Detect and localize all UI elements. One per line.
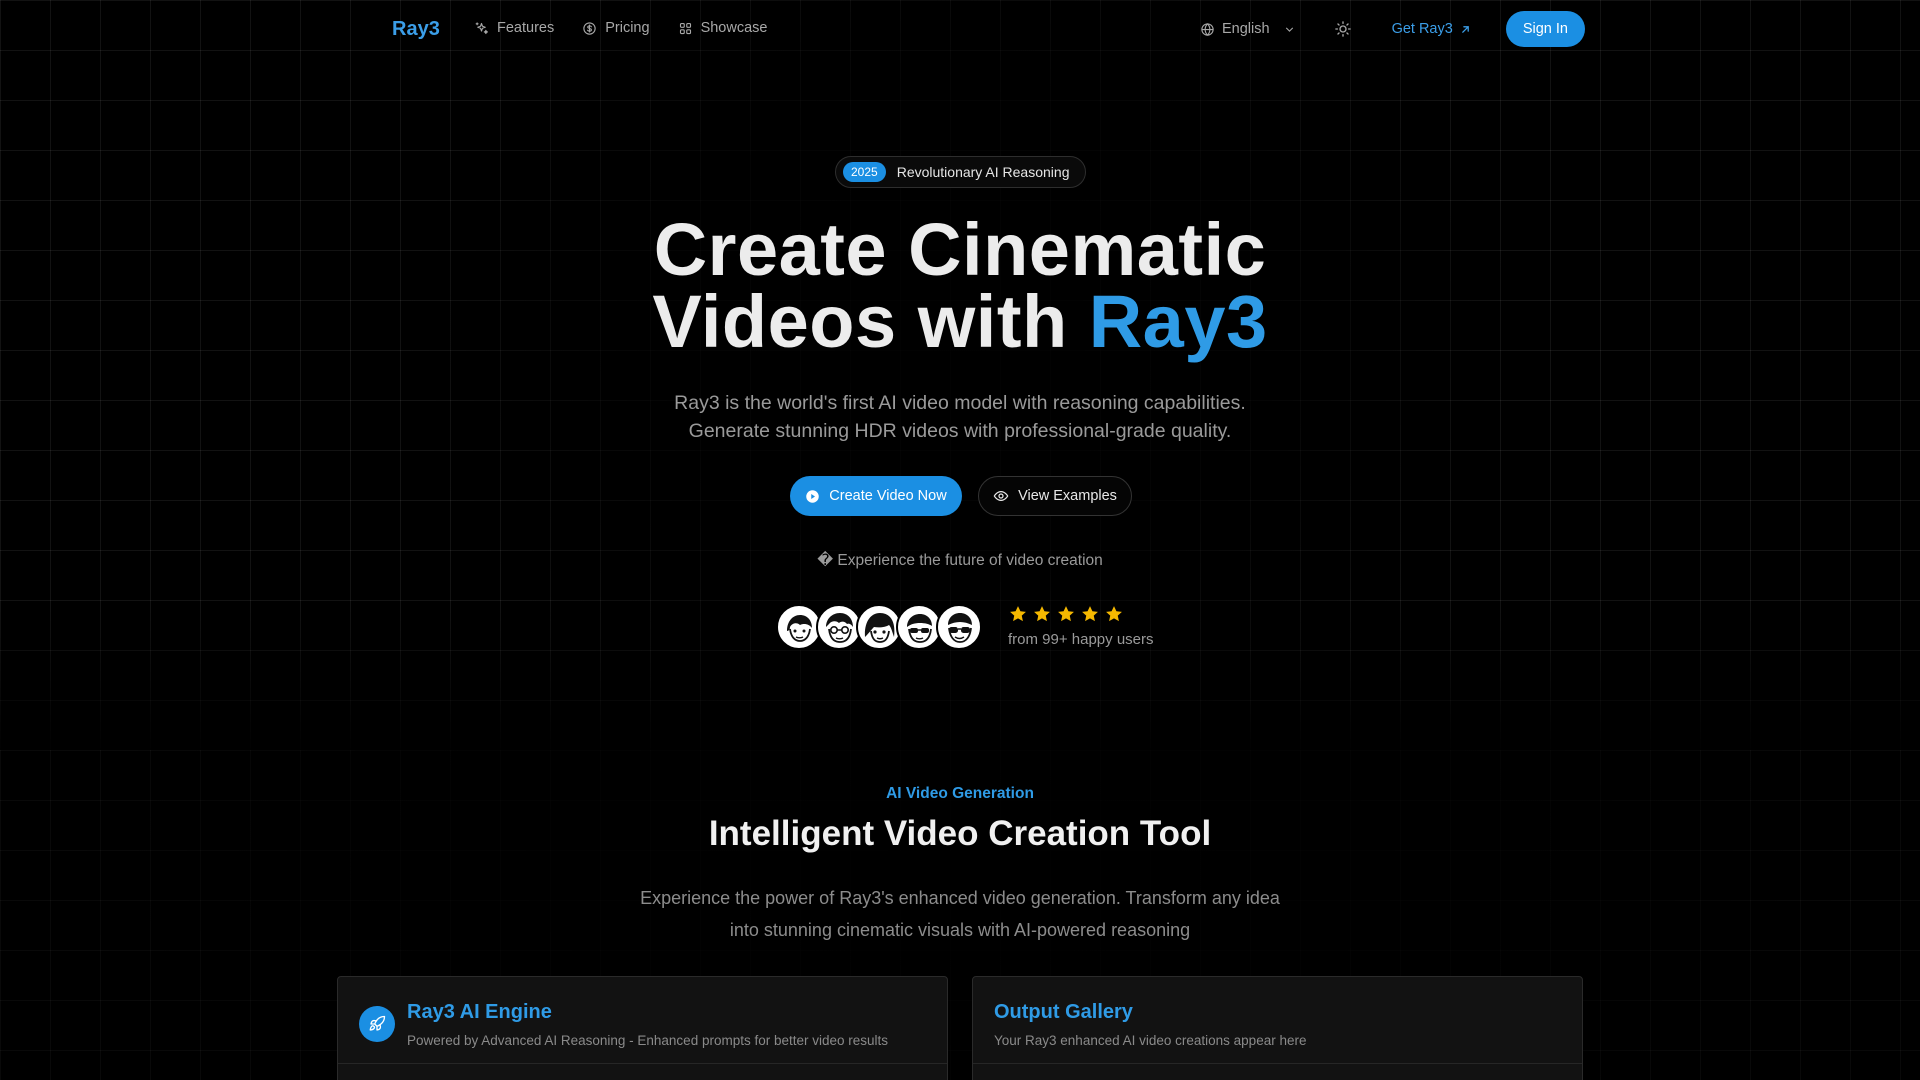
card-divider — [973, 1063, 1582, 1064]
nav-link-label: Pricing — [605, 20, 650, 36]
nav-link-features[interactable]: Features — [474, 20, 554, 36]
globe-icon — [1201, 22, 1214, 36]
card-title: Output Gallery — [994, 1001, 1133, 1023]
card-description: Powered by Advanced AI Reasoning - Enhan… — [407, 1033, 889, 1048]
section-subtitle: Experience the power of Ray3's enhanced … — [0, 882, 1920, 946]
avatar — [936, 604, 982, 650]
hero-title-line1: Create Cinematic — [653, 208, 1267, 291]
user-face-icon — [864, 613, 895, 643]
card-divider — [338, 1063, 947, 1064]
output-gallery-card: Output Gallery Your Ray3 enhanced AI vid… — [972, 976, 1583, 1080]
sun-icon — [1334, 21, 1351, 37]
language-selector[interactable]: English — [1200, 21, 1296, 37]
section-eyebrow: AI Video Generation — [886, 785, 1034, 802]
hero-title-accent: Ray3 — [1088, 280, 1268, 363]
user-avatars — [776, 604, 982, 650]
nav-link-label: Showcase — [700, 20, 768, 36]
user-face-icon — [907, 614, 932, 643]
create-video-label: Create Video Now — [829, 488, 947, 504]
view-examples-button[interactable]: View Examples — [978, 476, 1132, 516]
hero-title: Create Cinematic Videos with Ray3 — [0, 208, 1920, 359]
external-arrow-icon — [1461, 25, 1469, 33]
eye-icon — [993, 491, 1009, 501]
section-subtitle-line1: Experience the power of Ray3's enhanced … — [640, 888, 1280, 908]
badge-year: 2025 — [843, 162, 886, 182]
grid-icon — [679, 22, 691, 34]
cta-row: Create Video Now View Examples — [790, 476, 1132, 516]
badge-text: Revolutionary AI Reasoning — [896, 164, 1070, 180]
card-title: Ray3 AI Engine — [407, 1001, 552, 1023]
section-title: Intelligent Video Creation Tool — [708, 814, 1212, 853]
logo[interactable]: Ray3 — [392, 18, 440, 41]
dollar-circle-icon — [583, 21, 596, 35]
announcement-badge: 2025 Revolutionary AI Reasoning — [835, 156, 1086, 188]
view-examples-label: View Examples — [1018, 488, 1117, 504]
chevron-down-icon — [1285, 26, 1293, 32]
get-ray3-link[interactable]: Get Ray3 — [1392, 21, 1472, 37]
card-description: Your Ray3 enhanced AI video creations ap… — [994, 1033, 1307, 1048]
user-face-icon — [787, 615, 812, 642]
hero-title-line2: Videos with Ray3 — [0, 285, 1920, 359]
play-circle-icon — [806, 489, 820, 503]
card-icon-badge — [359, 1006, 395, 1042]
star-icon — [1082, 606, 1098, 622]
hero-subtitle: Ray3 is the world's first AI video model… — [0, 389, 1920, 445]
sparkles-icon — [475, 21, 488, 34]
star-icon — [1058, 606, 1074, 622]
top-nav: Ray3 Features Pricing Showcase English G… — [0, 0, 1920, 60]
ai-engine-card: Ray3 AI Engine Powered by Advanced AI Re… — [337, 976, 948, 1080]
star-icon — [1106, 606, 1122, 622]
language-label: English — [1222, 21, 1270, 37]
get-ray3-label: Get Ray3 — [1391, 21, 1453, 37]
sign-in-button[interactable]: Sign In — [1505, 11, 1585, 47]
hero-subtitle-line2: Generate stunning HDR videos with profes… — [688, 420, 1232, 442]
create-video-button[interactable]: Create Video Now — [790, 476, 962, 516]
experience-text: � Experience the future of video creatio… — [817, 552, 1103, 569]
user-face-icon — [948, 613, 972, 643]
hero-title-line2-prefix: Videos with — [652, 280, 1089, 363]
theme-toggle-button[interactable] — [1332, 18, 1354, 40]
star-icon — [1034, 606, 1050, 622]
nav-link-pricing[interactable]: Pricing — [582, 20, 650, 36]
nav-link-showcase[interactable]: Showcase — [678, 20, 768, 36]
star-icon — [1010, 606, 1026, 622]
nav-link-label: Features — [497, 20, 555, 36]
section-subtitle-line2: into stunning cinematic visuals with AI-… — [729, 920, 1191, 940]
nav-right: English Get Ray3 Sign In — [1200, 11, 1585, 47]
happy-users-text: from 99+ happy users — [1008, 631, 1154, 648]
nav-links: Features Pricing Showcase — [474, 20, 767, 36]
hero-subtitle-line1: Ray3 is the world's first AI video model… — [674, 392, 1246, 414]
rating-stars — [1008, 604, 1124, 624]
rocket-icon — [369, 1015, 386, 1031]
user-face-icon — [826, 613, 853, 643]
